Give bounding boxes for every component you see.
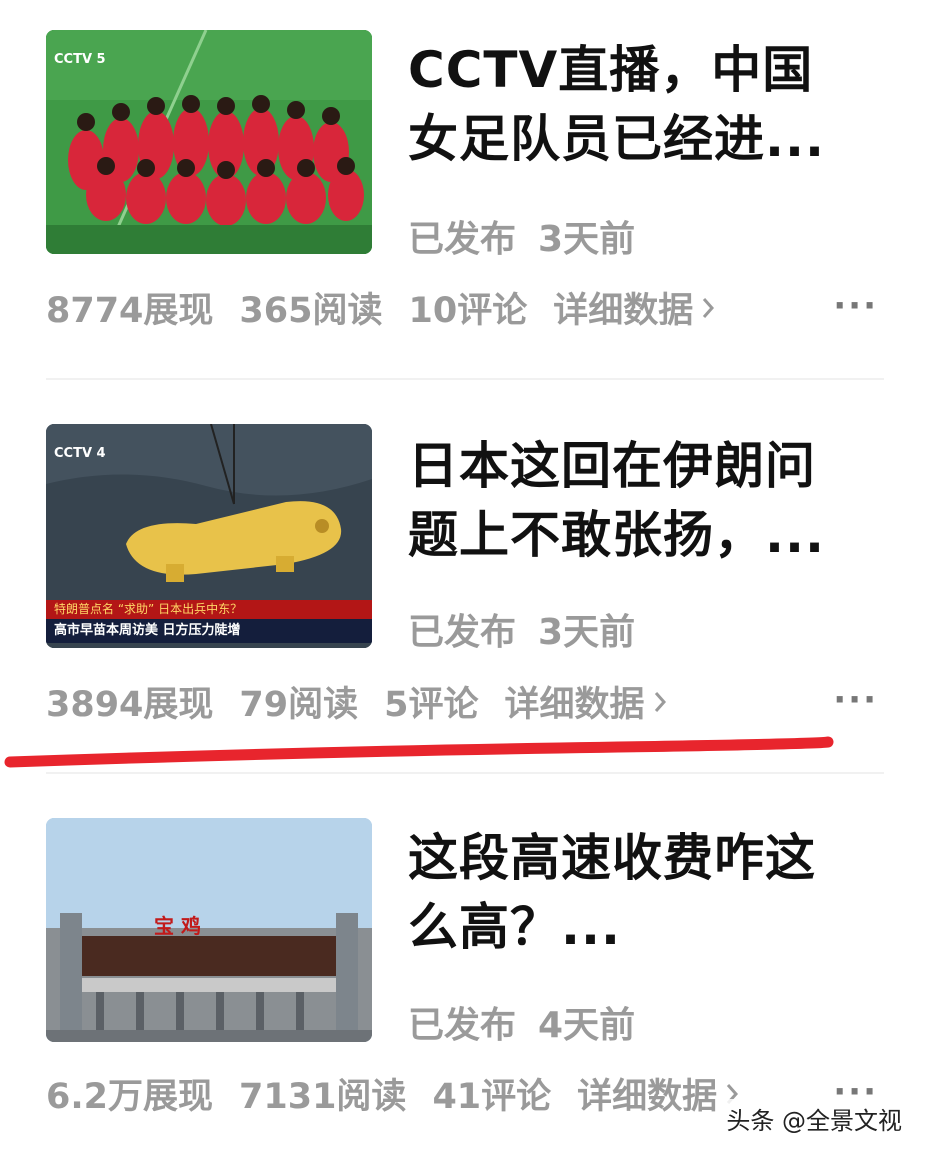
detail-data-label: 详细数据 — [553, 291, 694, 331]
impressions-count: 6.2万展现 — [46, 1077, 214, 1117]
chevron-right-icon — [703, 297, 715, 318]
chevron-right-icon — [654, 691, 666, 712]
divider — [46, 772, 884, 774]
publish-time: 4天前 — [538, 1005, 636, 1046]
publish-time: 3天前 — [538, 612, 636, 653]
title-line: 这段高速收费咋这 — [408, 829, 816, 887]
divider — [46, 378, 884, 380]
toll-station-photo — [46, 818, 372, 1042]
title-line: 女足队员已经进... — [408, 110, 825, 168]
impressions-count: 8774展现 — [46, 291, 214, 331]
toll-station-sign: 宝 鸡 — [154, 914, 201, 938]
article-thumbnail[interactable]: CCTV 5 — [46, 30, 372, 254]
thumbnail-caption: 高市早苗本周访美 日方压力陡增 — [46, 619, 372, 643]
article-thumbnail[interactable]: CCTV 4 特朗普点名 “求助” 日本出兵中东？ 高市早苗本周访美 日方压力陡… — [46, 424, 372, 648]
title-line: 么高？... — [408, 898, 621, 956]
channel-logo: CCTV 4 — [54, 446, 106, 461]
channel-logo: CCTV 5 — [54, 52, 106, 67]
comments-count: 41评论 — [432, 1077, 552, 1117]
detail-data-link[interactable]: 详细数据 — [553, 282, 715, 333]
article-title[interactable]: CCTV直播，中国 女足队员已经进... — [408, 36, 878, 174]
comments-count: 5评论 — [384, 685, 479, 725]
thumbnail-caption: 特朗普点名 “求助” 日本出兵中东？ — [46, 600, 372, 619]
article-stats: 3894展现 79阅读 5评论 详细数据 — [46, 676, 667, 727]
article-stats: 8774展现 365阅读 10评论 详细数据 — [46, 282, 715, 333]
reads-count: 365阅读 — [239, 291, 383, 331]
title-line: 题上不敢张扬，... — [408, 506, 825, 564]
publish-status: 已发布 — [408, 219, 517, 260]
detail-data-label: 详细数据 — [504, 685, 645, 725]
reads-count: 79阅读 — [239, 685, 359, 725]
detail-data-link[interactable]: 详细数据 — [577, 1068, 739, 1119]
reads-count: 7131阅读 — [239, 1077, 407, 1117]
publish-status: 已发布 — [408, 1005, 517, 1046]
publish-info: 已发布 4天前 — [408, 996, 657, 1048]
detail-data-link[interactable]: 详细数据 — [505, 676, 667, 727]
publish-time: 3天前 — [538, 219, 636, 260]
title-line: CCTV直播，中国 — [408, 41, 814, 99]
publish-info: 已发布 3天前 — [408, 603, 657, 655]
more-options-button[interactable]: ··· — [833, 286, 878, 326]
article-title[interactable]: 日本这回在伊朗问 题上不敢张扬，... — [408, 432, 878, 570]
watermark: 头条 @全景文视 — [722, 1099, 906, 1138]
article-stats: 6.2万展现 7131阅读 41评论 详细数据 — [46, 1068, 739, 1119]
more-options-button[interactable]: ··· — [833, 680, 878, 720]
detail-data-label: 详细数据 — [577, 1077, 718, 1117]
impressions-count: 3894展现 — [46, 685, 214, 725]
comments-count: 10评论 — [408, 291, 528, 331]
title-line: 日本这回在伊朗问 — [408, 437, 816, 495]
article-title[interactable]: 这段高速收费咋这 么高？... — [408, 824, 878, 962]
publish-status: 已发布 — [408, 612, 517, 653]
article-thumbnail[interactable]: 宝 鸡 — [46, 818, 372, 1042]
publish-info: 已发布 3天前 — [408, 210, 657, 262]
